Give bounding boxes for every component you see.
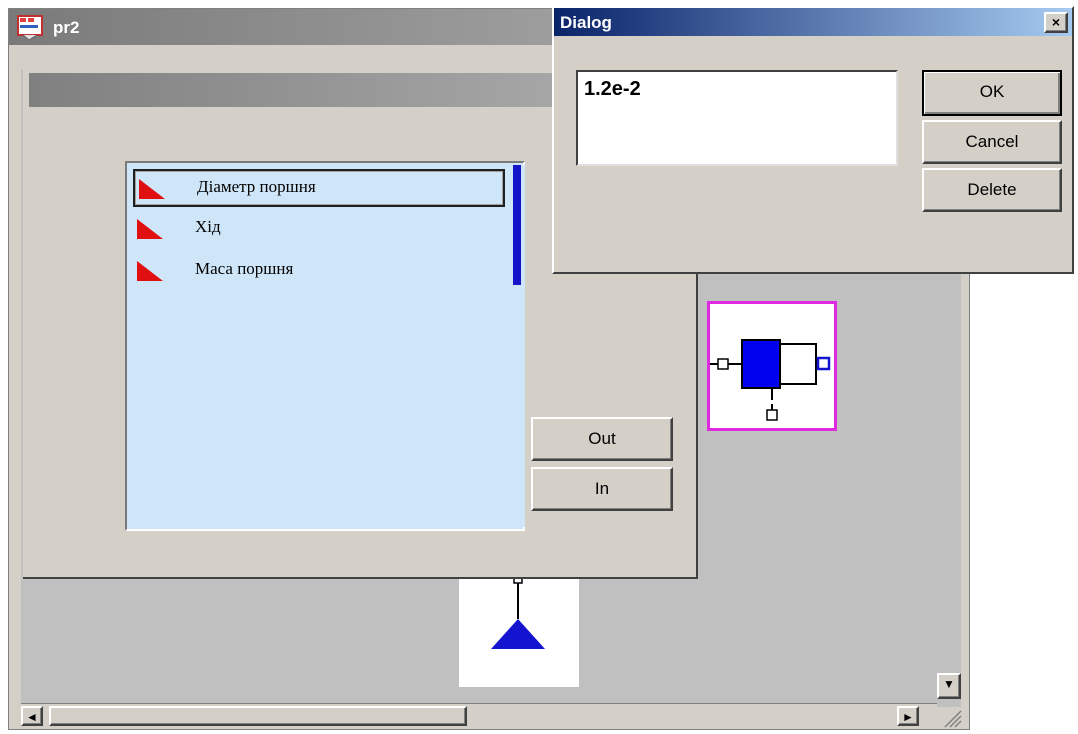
parameter-list[interactable]: Діаметр поршня Хід Маса поршня [125,161,525,531]
resize-grip-icon[interactable] [939,705,963,729]
list-item[interactable]: Маса поршня [133,253,501,287]
app-icon[interactable] [17,15,45,41]
horizontal-scroll-thumb[interactable] [49,706,467,726]
red-flag-icon [137,261,163,281]
close-icon[interactable]: × [1044,12,1068,33]
out-button[interactable]: Out [531,417,673,461]
delete-button[interactable]: Delete [922,168,1062,212]
scroll-right-button[interactable]: ► [897,706,919,726]
red-flag-icon [139,179,165,199]
list-item-label: Діаметр поршня [197,177,316,196]
ok-button[interactable]: OK [922,70,1062,116]
window-title: pr2 [53,18,80,37]
support-symbol[interactable] [459,576,579,687]
list-item-label: Маса поршня [195,259,294,278]
in-button[interactable]: In [531,467,673,511]
cancel-button[interactable]: Cancel [922,120,1062,164]
red-flag-icon [137,219,163,239]
value-input[interactable]: 1.2e-2 [576,70,898,166]
scroll-down-button[interactable]: ▼ [937,673,961,699]
value-dialog: Dialog × 1.2e-2 OK Cancel Delete [552,6,1074,274]
hydraulic-cylinder-symbol[interactable] [698,301,837,431]
dialog-title: Dialog [560,13,612,32]
list-item-label: Хід [195,217,221,236]
scroll-left-button[interactable]: ◄ [21,706,43,726]
list-item[interactable]: Хід [133,211,501,245]
list-scroll-thumb[interactable] [513,165,521,285]
list-item[interactable]: Діаметр поршня [133,169,505,207]
horizontal-scrollbar[interactable]: ◄ ► [21,703,937,727]
dialog-titlebar[interactable]: Dialog × [554,8,1072,36]
